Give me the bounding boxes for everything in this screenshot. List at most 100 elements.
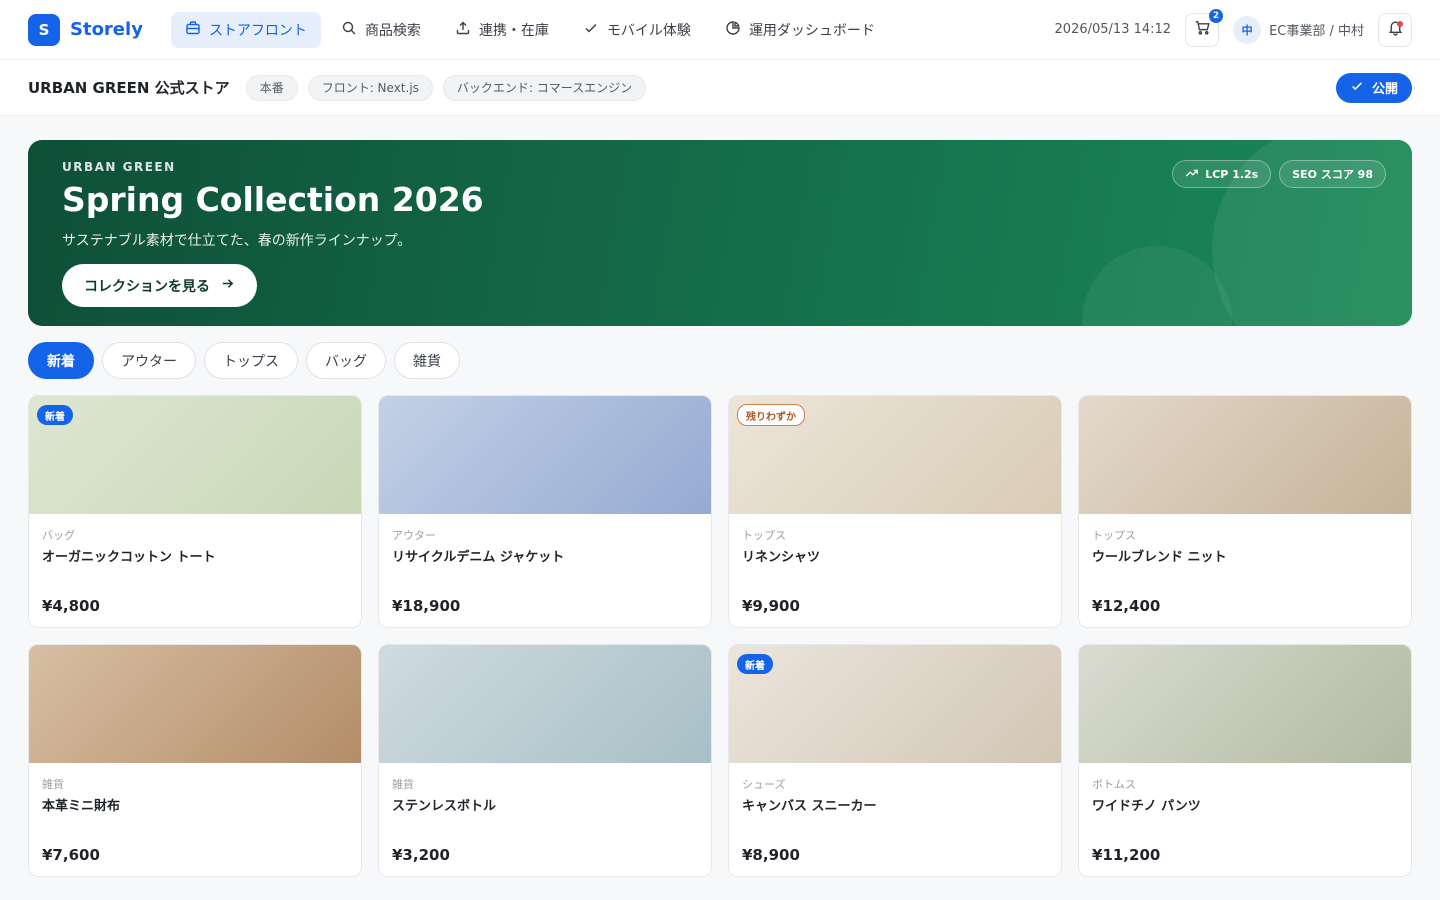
product-card[interactable]: アウター リサイクルデニム ジャケット ¥18,900 bbox=[378, 395, 712, 628]
hero-metrics: LCP 1.2s SEO スコア 98 bbox=[1172, 160, 1386, 188]
notification-dot bbox=[1397, 20, 1403, 27]
product-name: オーガニックコットン トート bbox=[42, 550, 216, 565]
metric-label: LCP 1.2s bbox=[1205, 167, 1259, 181]
check-icon bbox=[1350, 79, 1364, 97]
product-name: ステンレスボトル bbox=[392, 799, 497, 814]
product-price: ¥3,200 bbox=[392, 846, 450, 864]
frontend-chip: フロント: Next.js bbox=[307, 74, 433, 101]
product-name: キャンバス スニーカー bbox=[742, 799, 877, 814]
product-category: バッグ bbox=[42, 529, 75, 542]
nav-item-label: モバイル体験 bbox=[606, 22, 691, 39]
cart-count-badge: 2 bbox=[1209, 8, 1224, 23]
logo-mark: S bbox=[28, 13, 60, 46]
tab-bags[interactable]: バッグ bbox=[306, 342, 386, 379]
product-name: ワイドチノ パンツ bbox=[1092, 799, 1201, 814]
notifications-button[interactable] bbox=[1378, 12, 1412, 47]
product-image bbox=[29, 645, 361, 763]
product-name: ウールブレンド ニット bbox=[1092, 550, 1227, 565]
app-name: Storely bbox=[70, 19, 143, 40]
product-card[interactable]: トップス ウールブレンド ニット ¥12,400 bbox=[1078, 395, 1412, 628]
product-image bbox=[1079, 396, 1411, 514]
product-price: ¥4,800 bbox=[42, 597, 100, 615]
product-card[interactable]: 残りわずか トップス リネンシャツ ¥9,900 bbox=[728, 395, 1062, 628]
nav-item-storefront[interactable]: ストアフロント bbox=[170, 11, 321, 48]
lcp-metric: LCP 1.2s bbox=[1172, 160, 1272, 188]
avatar: 中 bbox=[1233, 15, 1262, 44]
top-nav: S Storely ストアフロント 商品検索 連携・在庫 モバイル体験 運用ダッ… bbox=[0, 0, 1440, 60]
store-title: URBAN GREEN 公式ストア bbox=[28, 79, 230, 97]
product-category: トップス bbox=[742, 529, 786, 542]
product-grid: 新着 バッグ オーガニックコットン トート ¥4,800 アウター リサイクルデ… bbox=[28, 395, 1412, 877]
product-name: リサイクルデニム ジャケット bbox=[392, 550, 565, 565]
product-price: ¥12,400 bbox=[1092, 597, 1161, 615]
product-category: 雑貨 bbox=[42, 778, 64, 791]
user-name: EC事業部 / 中村 bbox=[1269, 24, 1364, 39]
nav-item-mobile[interactable]: モバイル体験 bbox=[569, 12, 705, 48]
main-nav: ストアフロント 商品検索 連携・在庫 モバイル体験 運用ダッシュボード bbox=[170, 11, 889, 48]
hero-subtitle: サステナブル素材で仕立てた、春の新作ラインナップ。 bbox=[62, 233, 412, 249]
nav-item-label: ストアフロント bbox=[208, 22, 307, 39]
publish-button[interactable]: 公開 bbox=[1335, 72, 1412, 103]
nav-item-integration[interactable]: 連携・在庫 bbox=[441, 12, 563, 48]
cart-button[interactable]: 2 bbox=[1185, 8, 1224, 47]
cart-icon bbox=[1194, 19, 1211, 40]
cta-label: コレクションを見る bbox=[84, 278, 210, 295]
hero-banner: URBAN GREEN Spring Collection 2026 サステナブ… bbox=[28, 140, 1412, 326]
tab-outer[interactable]: アウター bbox=[102, 342, 196, 379]
product-card[interactable]: 雑貨 本革ミニ財布 ¥7,600 bbox=[28, 644, 362, 877]
search-icon bbox=[341, 20, 357, 40]
product-image bbox=[1079, 645, 1411, 763]
product-price: ¥9,900 bbox=[742, 597, 800, 615]
check-icon bbox=[583, 20, 599, 40]
current-datetime: 2026/05/13 14:12 bbox=[1054, 22, 1172, 37]
product-image: 新着 bbox=[729, 645, 1061, 763]
product-price: ¥11,200 bbox=[1092, 846, 1161, 864]
user-menu[interactable]: 中 EC事業部 / 中村 bbox=[1233, 15, 1364, 44]
nav-item-label: 連携・在庫 bbox=[478, 22, 549, 39]
low-stock-badge: 残りわずか bbox=[737, 404, 805, 426]
product-card[interactable]: ボトムス ワイドチノ パンツ ¥11,200 bbox=[1078, 644, 1412, 877]
storefront-icon bbox=[185, 20, 201, 40]
nav-item-label: 商品検索 bbox=[364, 22, 421, 39]
nav-item-label: 運用ダッシュボード bbox=[748, 22, 875, 39]
product-price: ¥8,900 bbox=[742, 846, 800, 864]
product-card[interactable]: 新着 シューズ キャンバス スニーカー ¥8,900 bbox=[728, 644, 1062, 877]
trend-up-icon bbox=[1185, 166, 1199, 183]
metric-label: SEO スコア 98 bbox=[1292, 168, 1373, 181]
pie-chart-icon bbox=[725, 20, 741, 40]
product-image: 残りわずか bbox=[729, 396, 1061, 514]
product-category: ボトムス bbox=[1092, 778, 1136, 791]
seo-metric: SEO スコア 98 bbox=[1279, 160, 1386, 188]
nav-item-dashboard[interactable]: 運用ダッシュボード bbox=[711, 12, 889, 48]
tab-goods[interactable]: 雑貨 bbox=[394, 342, 460, 379]
product-price: ¥18,900 bbox=[392, 597, 461, 615]
category-tabs: 新着 アウター トップス バッグ 雑貨 bbox=[28, 342, 460, 379]
product-category: トップス bbox=[1092, 529, 1136, 542]
environment-chip: 本番 bbox=[245, 74, 298, 101]
product-card[interactable]: 新着 バッグ オーガニックコットン トート ¥4,800 bbox=[28, 395, 362, 628]
product-price: ¥7,600 bbox=[42, 846, 100, 864]
publish-label: 公開 bbox=[1371, 82, 1398, 97]
arrow-right-icon bbox=[220, 276, 235, 295]
app-logo[interactable]: S Storely bbox=[28, 13, 143, 46]
hero-eyebrow: URBAN GREEN bbox=[62, 160, 176, 174]
store-header: URBAN GREEN 公式ストア 本番 フロント: Next.js バックエン… bbox=[0, 60, 1440, 116]
product-category: シューズ bbox=[742, 778, 786, 791]
hero-title: Spring Collection 2026 bbox=[62, 180, 484, 219]
product-name: 本革ミニ財布 bbox=[42, 799, 121, 814]
nav-right: 2026/05/13 14:12 2 中 EC事業部 / 中村 bbox=[1054, 8, 1412, 47]
product-image bbox=[379, 645, 711, 763]
tab-new[interactable]: 新着 bbox=[28, 342, 94, 379]
tab-tops[interactable]: トップス bbox=[204, 342, 298, 379]
view-collection-button[interactable]: コレクションを見る bbox=[62, 264, 257, 307]
decorative-circle bbox=[1082, 246, 1232, 326]
product-card[interactable]: 雑貨 ステンレスボトル ¥3,200 bbox=[378, 644, 712, 877]
nav-item-product-search[interactable]: 商品検索 bbox=[327, 12, 435, 48]
product-image: 新着 bbox=[29, 396, 361, 514]
product-image bbox=[379, 396, 711, 514]
upload-icon bbox=[455, 20, 471, 40]
new-badge: 新着 bbox=[37, 405, 73, 425]
product-category: アウター bbox=[392, 529, 436, 542]
new-badge: 新着 bbox=[737, 654, 773, 674]
product-category: 雑貨 bbox=[392, 778, 414, 791]
